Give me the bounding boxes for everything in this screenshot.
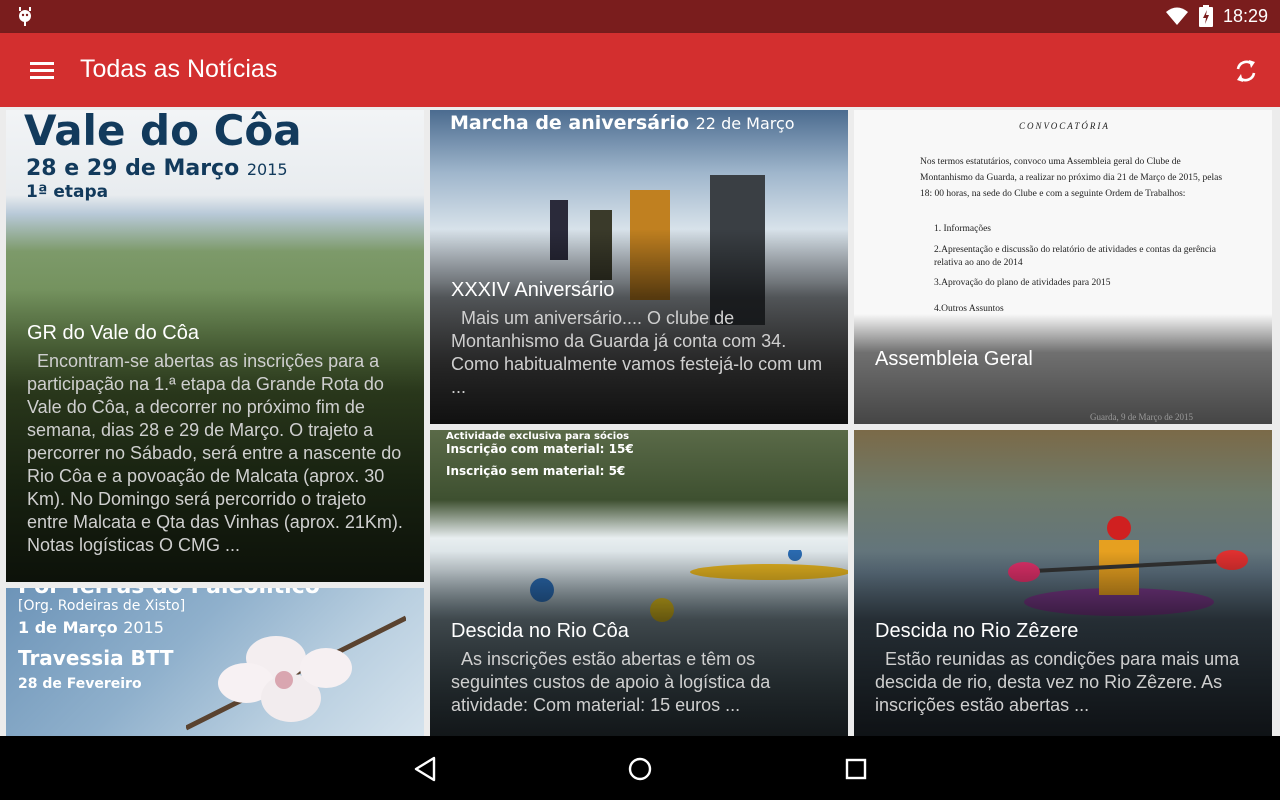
document-item-3: 3.Aprovação do plano de atividades para … [934,278,1111,288]
poster-title: Vale do Côa [24,110,302,155]
document-heading: CONVOCATÓRIA [1019,121,1110,131]
card-description: Estão reunidas as condições para mais um… [875,649,1240,715]
app-bar: Todas as Notícias [0,33,1280,107]
document-item-4: 4.Outros Assuntos [934,304,1004,314]
battery-icon [1198,5,1213,27]
card-title: XXXIV Aniversário [451,279,615,301]
news-card-descida-rio-zezere[interactable]: Descida no Rio Zêzere Estão reunidas as … [854,430,1272,736]
poster-date: 1 de Março 2015 [18,618,164,637]
recent-apps-icon[interactable] [841,754,871,784]
news-card-por-terras-paleolitico[interactable]: Por Terras do Paleolítico [Org. Rodeiras… [6,588,424,736]
document-item-2: 2.Apresentação e discussão do relatório … [934,245,1216,268]
document-footer: Guarda, 9 de Março de 2015 [1090,412,1193,422]
card-title: Descida no Rio Zêzere [875,620,1079,642]
card-title: Descida no Rio Côa [451,620,629,642]
document-body: Nos termos estatutários, convoco uma Ass… [920,157,1223,199]
document-item-1: 1. Informações [934,224,991,234]
android-notification-icon [19,7,31,26]
news-card-assembleia-geral[interactable]: CONVOCATÓRIA Nos termos estatutários, co… [854,110,1272,424]
poster-event: Travessia BTT [18,646,174,670]
poster-line-with-material: Inscrição com material: 15€ [446,442,634,456]
poster-event-date: 28 de Fevereiro [18,676,142,692]
news-card-xxxiv-aniversario[interactable]: Marcha de aniversário 22 de Março XXXIV … [430,110,848,424]
poster-title: Marcha de aniversário 22 de Março [450,112,795,134]
news-grid: Vale do Côa 28 e 29 de Março 2015 1ª eta… [0,107,1280,736]
card-title: GR do Vale do Côa [27,322,199,344]
card-description: As inscrições estão abertas e têm os seg… [451,649,771,715]
card-description: Mais um aniversário.... O clube de Monta… [451,308,823,397]
back-icon[interactable] [410,754,440,784]
poster-organizer: [Org. Rodeiras de Xisto] [18,598,186,614]
refresh-icon[interactable] [1232,57,1260,85]
page-title: Todas as Notícias [80,55,278,83]
card-title: Assembleia Geral [875,348,1033,370]
status-bar: 18:29 [0,0,1280,33]
hamburger-menu-icon[interactable] [28,59,56,81]
poster-line-members: Actividade exclusiva para sócios [446,431,630,442]
home-icon[interactable] [625,754,655,784]
news-card-descida-rio-coa[interactable]: Actividade exclusiva para sócios Inscriç… [430,430,848,736]
card-description: Encontram-se abertas as inscrições para … [27,351,403,555]
wifi-icon [1165,7,1188,25]
status-time: 18:29 [1222,5,1268,26]
poster-line-without-material: Inscrição sem material: 5€ [446,464,626,478]
poster-dates: 28 e 29 de Março 2015 [26,156,288,181]
blossom-flower-graphic [186,615,406,731]
poster-stage: 1ª etapa [26,182,109,202]
system-navigation-bar [0,736,1280,800]
news-card-gr-vale-do-coa[interactable]: Vale do Côa 28 e 29 de Março 2015 1ª eta… [6,110,424,582]
